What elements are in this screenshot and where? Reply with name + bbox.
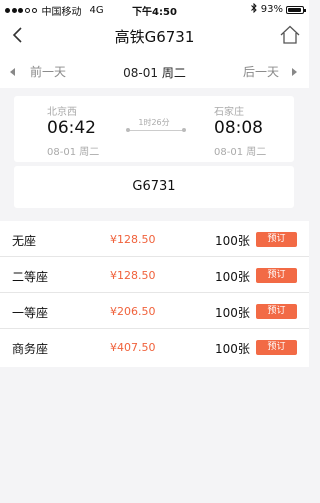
seat-row: 商务座 ¥407.50 100张 预订 <box>0 329 309 365</box>
page-title: 高铁G6731 <box>114 28 195 46</box>
date-bar: 前一天 08-01 周二 后一天 <box>0 52 309 88</box>
duration-line <box>126 128 186 132</box>
arrival-time: 08:08 <box>214 118 263 138</box>
arrival-station: 石家庄 <box>214 107 244 118</box>
seat-row: 一等座 ¥206.50 100张 预订 <box>0 293 309 329</box>
seat-price: ¥407.50 <box>110 341 156 354</box>
seat-price: ¥128.50 <box>110 233 156 246</box>
seat-count: 100张 <box>215 342 250 356</box>
departure-date: 08-01 周二 <box>47 147 100 158</box>
seat-price: ¥128.50 <box>110 269 156 282</box>
seat-row: 二等座 ¥128.50 100张 预订 <box>0 257 309 293</box>
seat-type: 无座 <box>12 234 37 248</box>
book-button[interactable]: 预订 <box>256 268 297 283</box>
status-bar: 中国移动 4G 下午4:50 93% <box>0 0 309 18</box>
bluetooth-icon <box>250 2 257 16</box>
seat-row: 无座 ¥128.50 100张 预订 <box>0 221 309 257</box>
trip-card: 北京西 06:42 08-01 周二 1时26分 石家庄 08:08 08-01… <box>14 96 294 162</box>
caret-right-icon[interactable] <box>291 65 297 79</box>
seat-count: 100张 <box>215 234 250 248</box>
nav-bar: 高铁G6731 <box>0 18 309 52</box>
battery-percent: 93% <box>260 4 283 15</box>
seat-count: 100张 <box>215 306 250 320</box>
seat-price: ¥206.50 <box>110 305 156 318</box>
status-right: 93% <box>250 2 306 16</box>
book-button[interactable]: 预订 <box>256 232 297 247</box>
train-number: G6731 <box>132 179 176 194</box>
arrival-date: 08-01 周二 <box>214 147 267 158</box>
seat-count: 100张 <box>215 270 250 284</box>
seat-list: 无座 ¥128.50 100张 预订 二等座 ¥128.50 100张 预订 一… <box>0 221 309 367</box>
book-button[interactable]: 预订 <box>256 304 297 319</box>
seat-type: 一等座 <box>12 306 49 320</box>
home-icon[interactable] <box>279 24 301 46</box>
next-day-button[interactable]: 后一天 <box>243 63 279 80</box>
battery-icon <box>286 5 306 14</box>
book-button[interactable]: 预订 <box>256 340 297 355</box>
seat-type: 商务座 <box>12 342 49 356</box>
train-number-card[interactable]: G6731 <box>14 166 294 208</box>
seat-type: 二等座 <box>12 270 49 284</box>
departure-station: 北京西 <box>47 107 77 118</box>
